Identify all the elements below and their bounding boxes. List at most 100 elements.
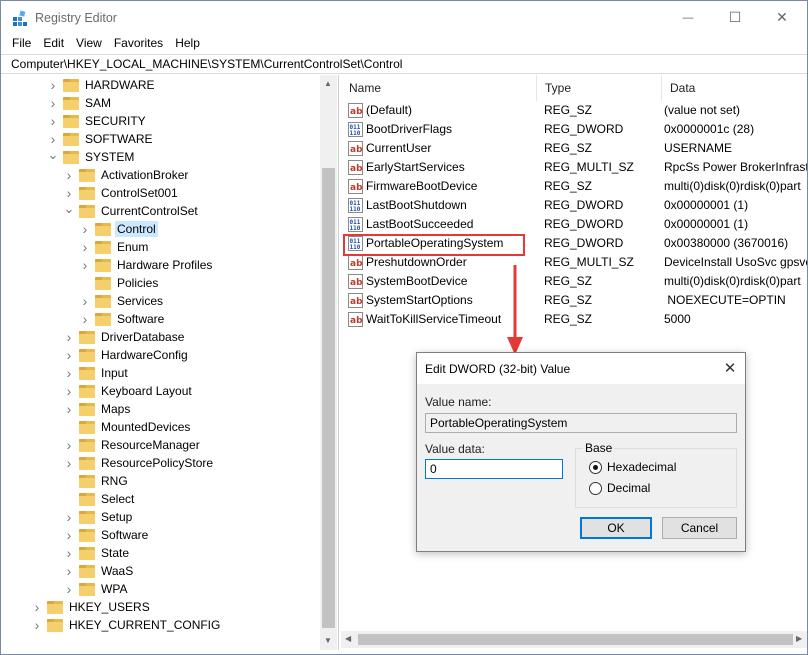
menu-edit[interactable]: Edit: [37, 34, 70, 53]
tree-item[interactable]: › Maps: [63, 400, 132, 418]
tree-item[interactable]: › ResourceManager: [63, 436, 202, 454]
tree-item[interactable]: Policies: [79, 274, 160, 292]
value-data-input[interactable]: 0: [425, 459, 563, 479]
tree-item[interactable]: › SECURITY: [47, 112, 148, 130]
tree-item[interactable]: › Setup: [63, 508, 134, 526]
chevron-right-icon[interactable]: ›: [63, 328, 75, 346]
chevron-right-icon[interactable]: ›: [31, 616, 43, 634]
tree-item[interactable]: › HKEY_CURRENT_CONFIG: [31, 616, 222, 634]
tree-item[interactable]: › ControlSet001: [63, 184, 180, 202]
maximize-button[interactable]: ☐: [712, 1, 758, 34]
tree-item[interactable]: › HKEY_USERS: [31, 598, 152, 616]
tree-vertical-scrollbar[interactable]: ▲ ▼: [320, 75, 337, 650]
value-name: WaitToKillServiceTimeout: [366, 312, 502, 326]
chevron-right-icon[interactable]: ›: [63, 508, 75, 526]
value-row[interactable]: 011 110 BootDriverFlags REG_DWORD 0x0000001c…: [341, 120, 807, 139]
tree-item[interactable]: › ResourcePolicyStore: [63, 454, 215, 472]
tree-item[interactable]: ⌄ CurrentControlSet: [63, 200, 200, 220]
tree-item[interactable]: › SOFTWARE: [47, 130, 155, 148]
tree-item[interactable]: › WPA: [63, 580, 129, 598]
menu-file[interactable]: File: [6, 34, 37, 53]
menu-favorites[interactable]: Favorites: [108, 34, 169, 53]
folder-icon: [63, 78, 79, 92]
chevron-right-icon[interactable]: ›: [63, 400, 75, 418]
tree-item[interactable]: › Control: [79, 220, 158, 238]
chevron-right-icon[interactable]: ›: [63, 544, 75, 562]
value-row[interactable]: ab (Default) REG_SZ (value not set): [341, 101, 807, 120]
chevron-right-icon[interactable]: ›: [47, 112, 59, 130]
tree-item[interactable]: › Keyboard Layout: [63, 382, 194, 400]
address-bar[interactable]: Computer\HKEY_LOCAL_MACHINE\SYSTEM\Curre…: [1, 54, 807, 74]
chevron-right-icon[interactable]: ›: [63, 184, 75, 202]
tree-item[interactable]: › Input: [63, 364, 130, 382]
chevron-right-icon[interactable]: ›: [63, 436, 75, 454]
chevron-right-icon[interactable]: ›: [79, 256, 91, 274]
value-row[interactable]: ab EarlyStartServices REG_MULTI_SZ RpcSs Po…: [341, 158, 807, 177]
chevron-right-icon[interactable]: ›: [79, 310, 91, 328]
menu-view[interactable]: View: [70, 34, 108, 53]
list-horizontal-scrollbar[interactable]: ◀ ▶: [341, 631, 807, 648]
tree-item[interactable]: › DriverDatabase: [63, 328, 186, 346]
scroll-left-icon[interactable]: ◀: [345, 634, 351, 643]
value-row[interactable]: ab FirmwareBootDevice REG_SZ multi(0)disk(0…: [341, 177, 807, 196]
tree-item[interactable]: › Enum: [79, 238, 150, 256]
tree-item[interactable]: › HardwareConfig: [63, 346, 190, 364]
chevron-right-icon[interactable]: ›: [63, 346, 75, 364]
list-scroll-thumb[interactable]: [358, 634, 793, 645]
value-row[interactable]: 011 110 LastBootShutdown REG_DWORD 0x0000000…: [341, 196, 807, 215]
value-row[interactable]: ab CurrentUser REG_SZ USERNAME: [341, 139, 807, 158]
chevron-right-icon[interactable]: ›: [63, 454, 75, 472]
column-header-name[interactable]: Name: [341, 75, 537, 101]
scroll-right-icon[interactable]: ▶: [796, 634, 802, 643]
folder-icon: [95, 294, 111, 308]
tree-item[interactable]: › State: [63, 544, 131, 562]
tree-item[interactable]: › ActivationBroker: [63, 166, 190, 184]
tree-item[interactable]: ⌄ SYSTEM: [47, 146, 136, 166]
chevron-right-icon[interactable]: ›: [47, 130, 59, 148]
chevron-right-icon[interactable]: ›: [63, 166, 75, 184]
menu-help[interactable]: Help: [169, 34, 206, 53]
tree-item-label: Maps: [101, 402, 131, 416]
tree-item[interactable]: › HARDWARE: [47, 76, 157, 94]
value-row[interactable]: 011 110 LastBootSucceeded REG_DWORD 0x000000…: [341, 215, 807, 234]
cancel-button[interactable]: Cancel: [662, 517, 737, 539]
chevron-down-icon[interactable]: ⌄: [63, 200, 75, 218]
chevron-right-icon[interactable]: ›: [63, 364, 75, 382]
tree-scroll-thumb[interactable]: [322, 168, 335, 628]
chevron-right-icon[interactable]: ›: [47, 94, 59, 112]
tree-item[interactable]: › Services: [79, 292, 165, 310]
ok-button[interactable]: OK: [580, 517, 652, 539]
chevron-right-icon[interactable]: ›: [63, 580, 75, 598]
tree-item[interactable]: › Software: [63, 526, 150, 544]
column-header-type[interactable]: Type: [537, 75, 662, 101]
tree-item[interactable]: › Hardware Profiles: [79, 256, 214, 274]
radio-hexadecimal[interactable]: Hexadecimal: [589, 460, 676, 474]
value-row[interactable]: ab WaitToKillServiceTimeout REG_SZ 5000: [341, 310, 807, 329]
value-row[interactable]: ab SystemStartOptions REG_SZ NOEXECUTE=OPT…: [341, 291, 807, 310]
tree-item[interactable]: MountedDevices: [63, 418, 192, 436]
chevron-right-icon[interactable]: ›: [63, 562, 75, 580]
chevron-right-icon[interactable]: ›: [79, 220, 91, 238]
scroll-down-icon[interactable]: ▼: [324, 636, 332, 645]
tree-item[interactable]: › WaaS: [63, 562, 135, 580]
folder-icon: [47, 600, 63, 614]
chevron-right-icon[interactable]: ›: [31, 598, 43, 616]
tree-item[interactable]: RNG: [63, 472, 130, 490]
close-button[interactable]: ✕: [759, 1, 805, 34]
column-header-data[interactable]: Data: [662, 75, 807, 101]
tree-item[interactable]: › Software: [79, 310, 166, 328]
tree-item[interactable]: › SAM: [47, 94, 113, 112]
dialog-close-button[interactable]: ✕: [721, 359, 739, 377]
tree-item[interactable]: Select: [63, 490, 136, 508]
value-row[interactable]: ab SystemBootDevice REG_SZ multi(0)disk(0)r…: [341, 272, 807, 291]
radio-decimal[interactable]: Decimal: [589, 481, 650, 495]
chevron-right-icon[interactable]: ›: [47, 76, 59, 94]
scroll-up-icon[interactable]: ▲: [324, 79, 332, 88]
chevron-right-icon[interactable]: ›: [79, 238, 91, 256]
chevron-down-icon[interactable]: ⌄: [47, 146, 59, 164]
chevron-right-icon[interactable]: ›: [79, 292, 91, 310]
chevron-right-icon[interactable]: ›: [63, 382, 75, 400]
chevron-right-icon[interactable]: ›: [63, 526, 75, 544]
minimize-button[interactable]: —: [665, 1, 711, 34]
